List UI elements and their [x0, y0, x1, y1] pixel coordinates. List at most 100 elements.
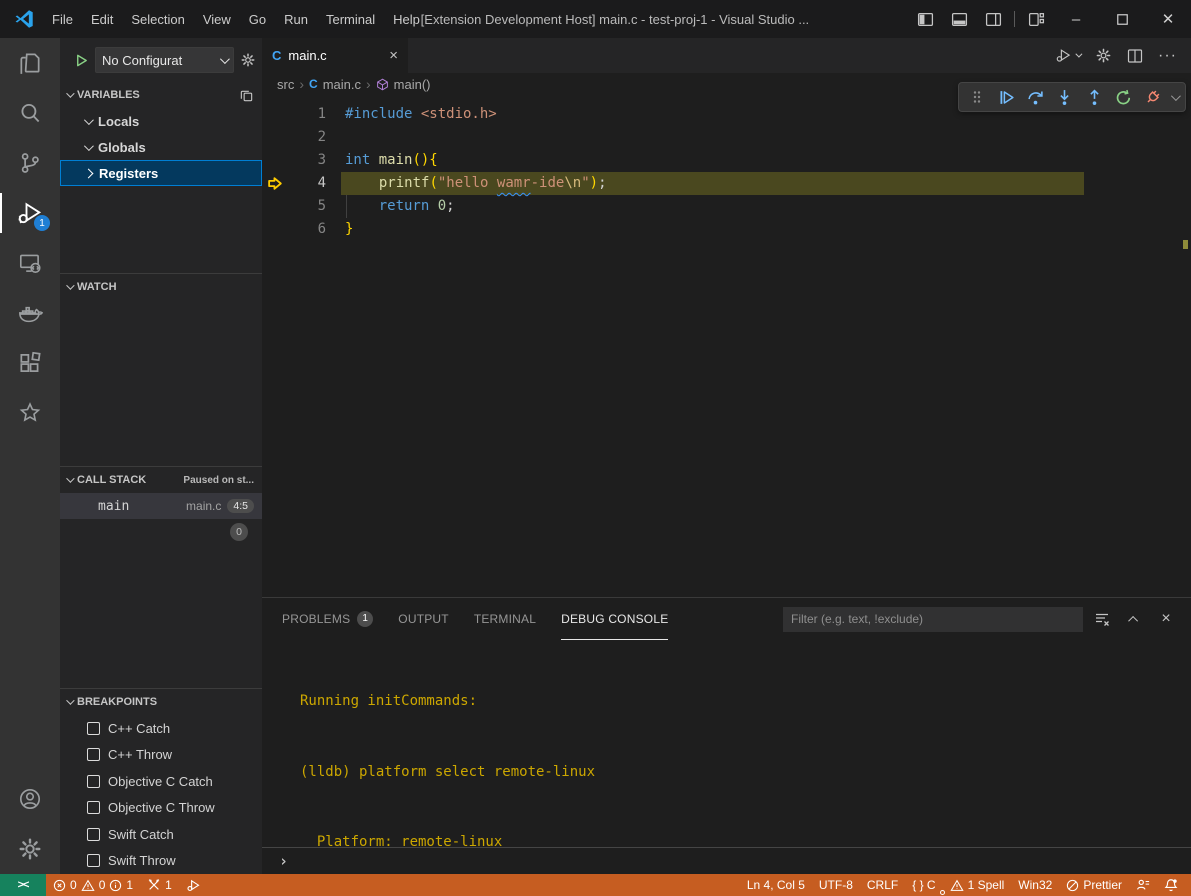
breakpoint-objc-throw[interactable]: Objective C Throw [60, 795, 262, 822]
encoding-indicator[interactable]: UTF-8 [812, 874, 860, 896]
toggle-panel-icon[interactable] [942, 0, 976, 38]
variables-scope-registers[interactable]: Registers [60, 160, 262, 186]
menu-run[interactable]: Run [275, 12, 317, 27]
cursor-position[interactable]: Ln 4, Col 5 [740, 874, 812, 896]
console-filter-input[interactable] [783, 607, 1083, 632]
stack-frame-row[interactable]: main main.c 4:5 [60, 493, 262, 519]
breadcrumb-symbol[interactable]: main() [394, 77, 431, 92]
customize-layout-icon[interactable] [1019, 0, 1053, 38]
tools-status[interactable]: 1 [140, 874, 179, 896]
run-or-debug-icon[interactable] [1055, 47, 1080, 64]
warning-count: 0 [99, 878, 106, 892]
spell-checker-status[interactable]: 1 Spell [943, 874, 1012, 896]
breadcrumb-file[interactable]: main.c [323, 77, 361, 92]
remote-indicator[interactable]: >< [0, 874, 46, 896]
debug-action-chevron-icon[interactable] [1171, 91, 1181, 101]
error-circle-icon [53, 879, 66, 892]
tab-output[interactable]: OUTPUT [398, 598, 449, 640]
split-editor-icon[interactable] [1127, 48, 1143, 64]
clear-console-icon[interactable] [1089, 606, 1115, 632]
settings-gear-icon[interactable] [0, 824, 60, 874]
terminal-label: TERMINAL [474, 612, 536, 626]
language-mode[interactable]: { } C [905, 874, 942, 896]
problems-status[interactable]: 0 0 1 [46, 874, 140, 896]
explorer-icon[interactable] [0, 38, 60, 88]
menu-go[interactable]: Go [240, 12, 275, 27]
menu-view[interactable]: View [194, 12, 240, 27]
disconnect-button[interactable] [1142, 86, 1164, 108]
breakpoint-objc-catch[interactable]: Objective C Catch [60, 768, 262, 795]
tab-debug-console[interactable]: DEBUG CONSOLE [561, 598, 668, 640]
debug-status-icon[interactable] [179, 874, 208, 896]
tab-close-icon[interactable]: × [389, 47, 398, 64]
close-window-button[interactable]: ✕ [1145, 0, 1191, 38]
menu-file[interactable]: File [43, 12, 82, 27]
menu-selection[interactable]: Selection [122, 12, 193, 27]
editor-settings-gear-icon[interactable] [1095, 47, 1112, 64]
restart-button[interactable] [1112, 86, 1134, 108]
code-token: return [379, 195, 438, 218]
run-and-debug-icon[interactable]: 1 [0, 188, 60, 238]
feedback-icon[interactable] [1129, 874, 1157, 896]
search-icon[interactable] [0, 88, 60, 138]
checkbox[interactable] [87, 801, 100, 814]
launch-config-dropdown[interactable]: No Configurat [95, 47, 234, 73]
accounts-icon[interactable] [0, 774, 60, 824]
c-file-icon: C [309, 77, 318, 91]
notifications-bell-icon[interactable] [1157, 874, 1185, 896]
watch-section-header[interactable]: WATCH [60, 274, 262, 300]
variables-section-header[interactable]: VARIABLES [60, 82, 262, 108]
checkbox[interactable] [87, 828, 100, 841]
toolbar-grip-handle[interactable] [966, 86, 988, 108]
toggle-primary-sidebar-icon[interactable] [908, 0, 942, 38]
tab-terminal[interactable]: TERMINAL [474, 598, 536, 640]
menu-terminal[interactable]: Terminal [317, 12, 384, 27]
checkbox[interactable] [87, 748, 100, 761]
breakpoint-swift-throw[interactable]: Swift Throw [60, 848, 262, 875]
source-control-icon[interactable] [0, 138, 60, 188]
tab-problems[interactable]: PROBLEMS 1 [282, 598, 373, 640]
breakpoint-swift-catch[interactable]: Swift Catch [60, 821, 262, 848]
chevron-down-icon [84, 141, 94, 151]
variables-scope-locals[interactable]: Locals [60, 108, 262, 134]
configure-gear-icon[interactable] [240, 52, 256, 68]
checkbox[interactable] [87, 722, 100, 735]
breadcrumb-folder[interactable]: src [277, 77, 294, 92]
toggle-secondary-sidebar-icon[interactable] [976, 0, 1010, 38]
chevron-down-icon [84, 115, 94, 125]
breakpoints-section-header[interactable]: BREAKPOINTS [60, 689, 262, 715]
checkbox[interactable] [87, 854, 100, 867]
star-extension-icon[interactable] [0, 388, 60, 438]
minimize-button[interactable]: – [1053, 0, 1099, 38]
call-stack-section-header[interactable]: CALL STACK Paused on st... [60, 467, 262, 493]
more-actions-icon[interactable]: ··· [1158, 47, 1177, 65]
console-line: Platform: remote-linux [300, 831, 1191, 847]
formatter-status[interactable]: Prettier [1059, 874, 1129, 896]
docker-icon[interactable] [0, 288, 60, 338]
platform-indicator[interactable]: Win32 [1011, 874, 1059, 896]
continue-button[interactable] [995, 86, 1017, 108]
problems-label: PROBLEMS [282, 612, 350, 626]
eol-indicator[interactable]: CRLF [860, 874, 905, 896]
step-into-button[interactable] [1054, 86, 1076, 108]
debug-start-icon[interactable] [74, 53, 89, 68]
step-out-button[interactable] [1083, 86, 1105, 108]
menu-edit[interactable]: Edit [82, 12, 122, 27]
breakpoint-cpp-throw[interactable]: C++ Throw [60, 742, 262, 769]
extensions-icon[interactable] [0, 338, 60, 388]
close-panel-icon[interactable]: × [1153, 606, 1179, 632]
debug-console-input[interactable]: › [262, 847, 1191, 874]
remote-explorer-icon[interactable] [0, 238, 60, 288]
copy-icon[interactable] [239, 88, 254, 103]
variables-scope-globals[interactable]: Globals [60, 134, 262, 160]
code-editor[interactable]: 1#include <stdio.h> 2 3int main(){ 4 pri… [262, 95, 1191, 597]
debug-console-output[interactable]: Running initCommands: (lldb) platform se… [262, 640, 1191, 847]
tab-main-c[interactable]: C main.c × [262, 38, 408, 73]
step-over-button[interactable] [1025, 86, 1047, 108]
debug-console-label: DEBUG CONSOLE [561, 612, 668, 626]
chevron-down-icon [66, 696, 74, 704]
maximize-panel-chevron-icon[interactable] [1121, 606, 1147, 632]
maximize-button[interactable] [1099, 0, 1145, 38]
breakpoint-cpp-catch[interactable]: C++ Catch [60, 715, 262, 742]
checkbox[interactable] [87, 775, 100, 788]
